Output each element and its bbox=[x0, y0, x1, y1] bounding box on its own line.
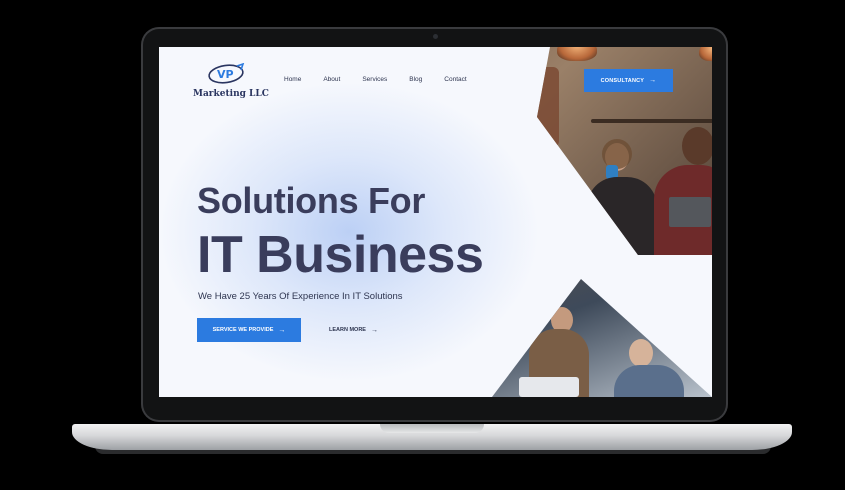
consultancy-button-label: CONSULTANCY bbox=[600, 77, 645, 84]
laptop-base bbox=[72, 424, 792, 450]
nav-item-home[interactable]: Home bbox=[284, 76, 301, 83]
hero-title-line1: Solutions For bbox=[197, 180, 426, 221]
learn-more-label: LEARN MORE bbox=[329, 327, 366, 333]
arrow-right-icon: → bbox=[370, 326, 378, 334]
hero-subtitle: We Have 25 Years Of Experience In IT Sol… bbox=[198, 291, 403, 302]
service-button-label: SERVICE WE PROVIDE bbox=[212, 327, 274, 333]
laptop-base-notch bbox=[380, 424, 484, 433]
ceiling-lamp bbox=[557, 47, 597, 61]
person-head bbox=[629, 339, 653, 367]
nav-item-about[interactable]: About bbox=[323, 76, 340, 83]
main-nav: Home About Services Blog Contact bbox=[284, 76, 489, 83]
brand-name: Marketing LLC bbox=[193, 89, 269, 99]
person-head bbox=[682, 127, 712, 165]
brick-wall bbox=[537, 67, 559, 147]
service-we-provide-button[interactable]: SERVICE WE PROVIDE → bbox=[197, 318, 301, 342]
logo[interactable]: VP Marketing LLC bbox=[193, 61, 269, 103]
logo-mark-text: VP bbox=[217, 68, 234, 81]
hero-title-line2: IT Business bbox=[197, 226, 484, 284]
consultancy-button[interactable]: CONSULTANCY → bbox=[584, 69, 673, 92]
website-screen: VP Marketing LLC Home About Services Blo… bbox=[159, 47, 712, 397]
laptop-on-desk bbox=[669, 197, 711, 227]
ceiling-lamp bbox=[699, 47, 712, 61]
nav-item-services[interactable]: Services bbox=[362, 76, 387, 83]
arrow-right-icon: → bbox=[649, 77, 657, 84]
webcam bbox=[432, 34, 438, 39]
vp-logo-icon: VP bbox=[208, 63, 245, 84]
person-body bbox=[614, 365, 684, 397]
papers bbox=[519, 377, 579, 397]
arrow-right-icon: → bbox=[278, 326, 286, 334]
shelf bbox=[591, 119, 712, 123]
nav-item-contact[interactable]: Contact bbox=[444, 76, 466, 83]
person-body bbox=[587, 177, 657, 255]
nav-item-blog[interactable]: Blog bbox=[409, 76, 422, 83]
learn-more-link[interactable]: LEARN MORE → bbox=[329, 324, 378, 336]
